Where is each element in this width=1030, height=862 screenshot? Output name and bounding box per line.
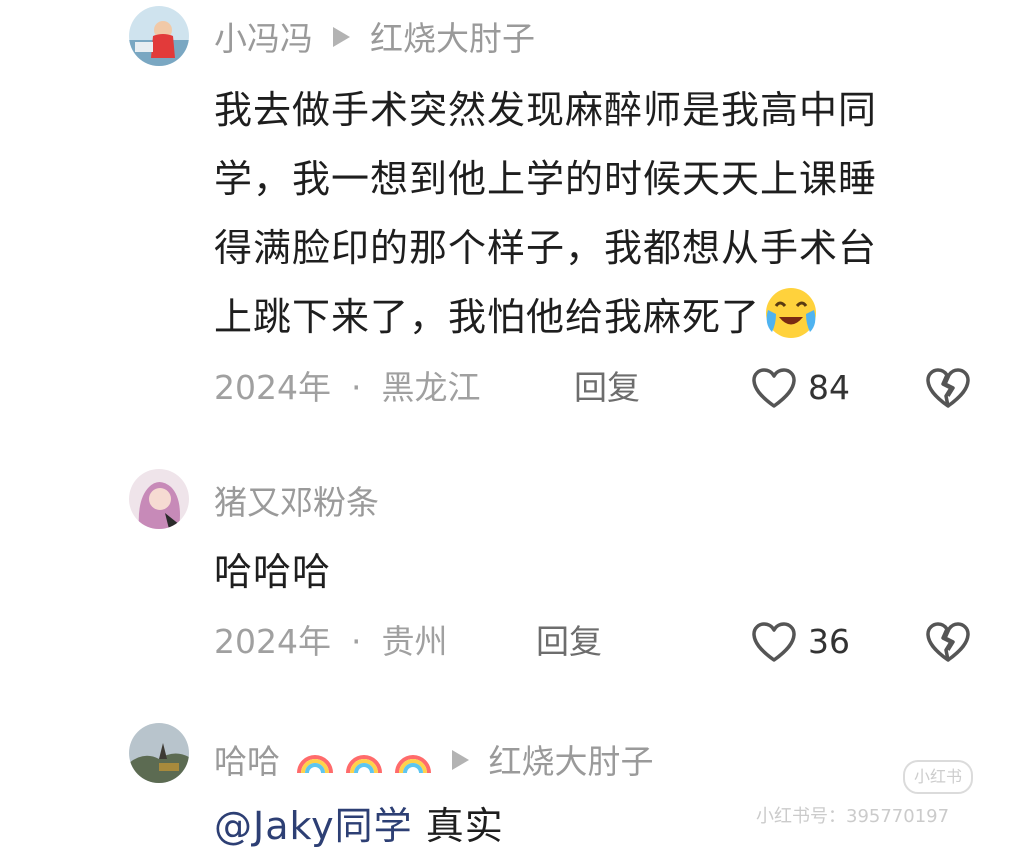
comment-location: 贵州 [381, 622, 448, 661]
avatar[interactable] [129, 6, 189, 66]
rainbow-emoji-icon [295, 739, 335, 779]
comment-line: 哈哈哈 [214, 550, 332, 594]
like-button[interactable]: 36 [750, 620, 850, 664]
reply-to-username[interactable]: 红烧大肘子 [489, 742, 654, 781]
comment-line: 上跳下来了，我怕他给我麻死了 [214, 283, 984, 352]
reply-arrow-icon [451, 750, 469, 770]
comment-header: 小冯冯 红烧大肘子 [214, 22, 535, 55]
like-count: 84 [808, 368, 850, 407]
like-button[interactable]: 84 [750, 366, 850, 410]
reply-to-username[interactable]: 红烧大肘子 [370, 19, 535, 58]
comment-text: 我去做手术突然发现麻醉师是我高中同 学，我一想到他上学的时候天天上课睡 得满脸印… [214, 76, 984, 352]
rainbow-emoji-icon [393, 739, 433, 779]
comment-line: 学，我一想到他上学的时候天天上课睡 [214, 157, 878, 201]
comment-header: 哈哈 红烧大肘子 [214, 739, 654, 779]
comment-date: 2024年 [214, 622, 331, 661]
comment-location: 黑龙江 [381, 368, 481, 407]
separator-dot: · [350, 368, 362, 407]
reply-button[interactable]: 回复 [536, 622, 602, 662]
rainbow-emoji-icon [344, 739, 384, 779]
avatar[interactable] [129, 469, 189, 529]
comment-footer: 2024年 · 黑龙江 回复 84 [214, 368, 974, 408]
watermark-logo: 小红书 [903, 760, 973, 794]
avatar[interactable] [129, 723, 189, 783]
like-count: 36 [808, 622, 850, 661]
heart-icon [752, 368, 796, 408]
comment-text: 哈哈哈 [214, 538, 984, 607]
comment-footer: 2024年 · 贵州 回复 36 [214, 622, 974, 662]
username[interactable]: 猪又邓粉条 [214, 483, 379, 522]
comment-date: 2024年 [214, 368, 331, 407]
reply-button[interactable]: 回复 [574, 368, 640, 408]
reply-arrow-icon [333, 27, 350, 47]
mention-link[interactable]: @Jaky同学 [214, 804, 413, 848]
broken-heart-icon[interactable] [924, 620, 972, 664]
comment-line: 我去做手术突然发现麻醉师是我高中同 [214, 88, 878, 132]
username[interactable]: 小冯冯 [214, 19, 313, 58]
comment-line: 得满脸印的那个样子，我都想从手术台 [214, 226, 878, 270]
crying-laughing-emoji-icon [762, 284, 820, 342]
broken-heart-icon[interactable] [924, 366, 972, 410]
comment-header: 猪又邓粉条 [214, 486, 379, 519]
watermark-id: 小红书号：395770197 [756, 806, 950, 827]
username[interactable]: 哈哈 [214, 742, 280, 781]
separator-dot: · [350, 622, 362, 661]
heart-icon [752, 622, 796, 662]
